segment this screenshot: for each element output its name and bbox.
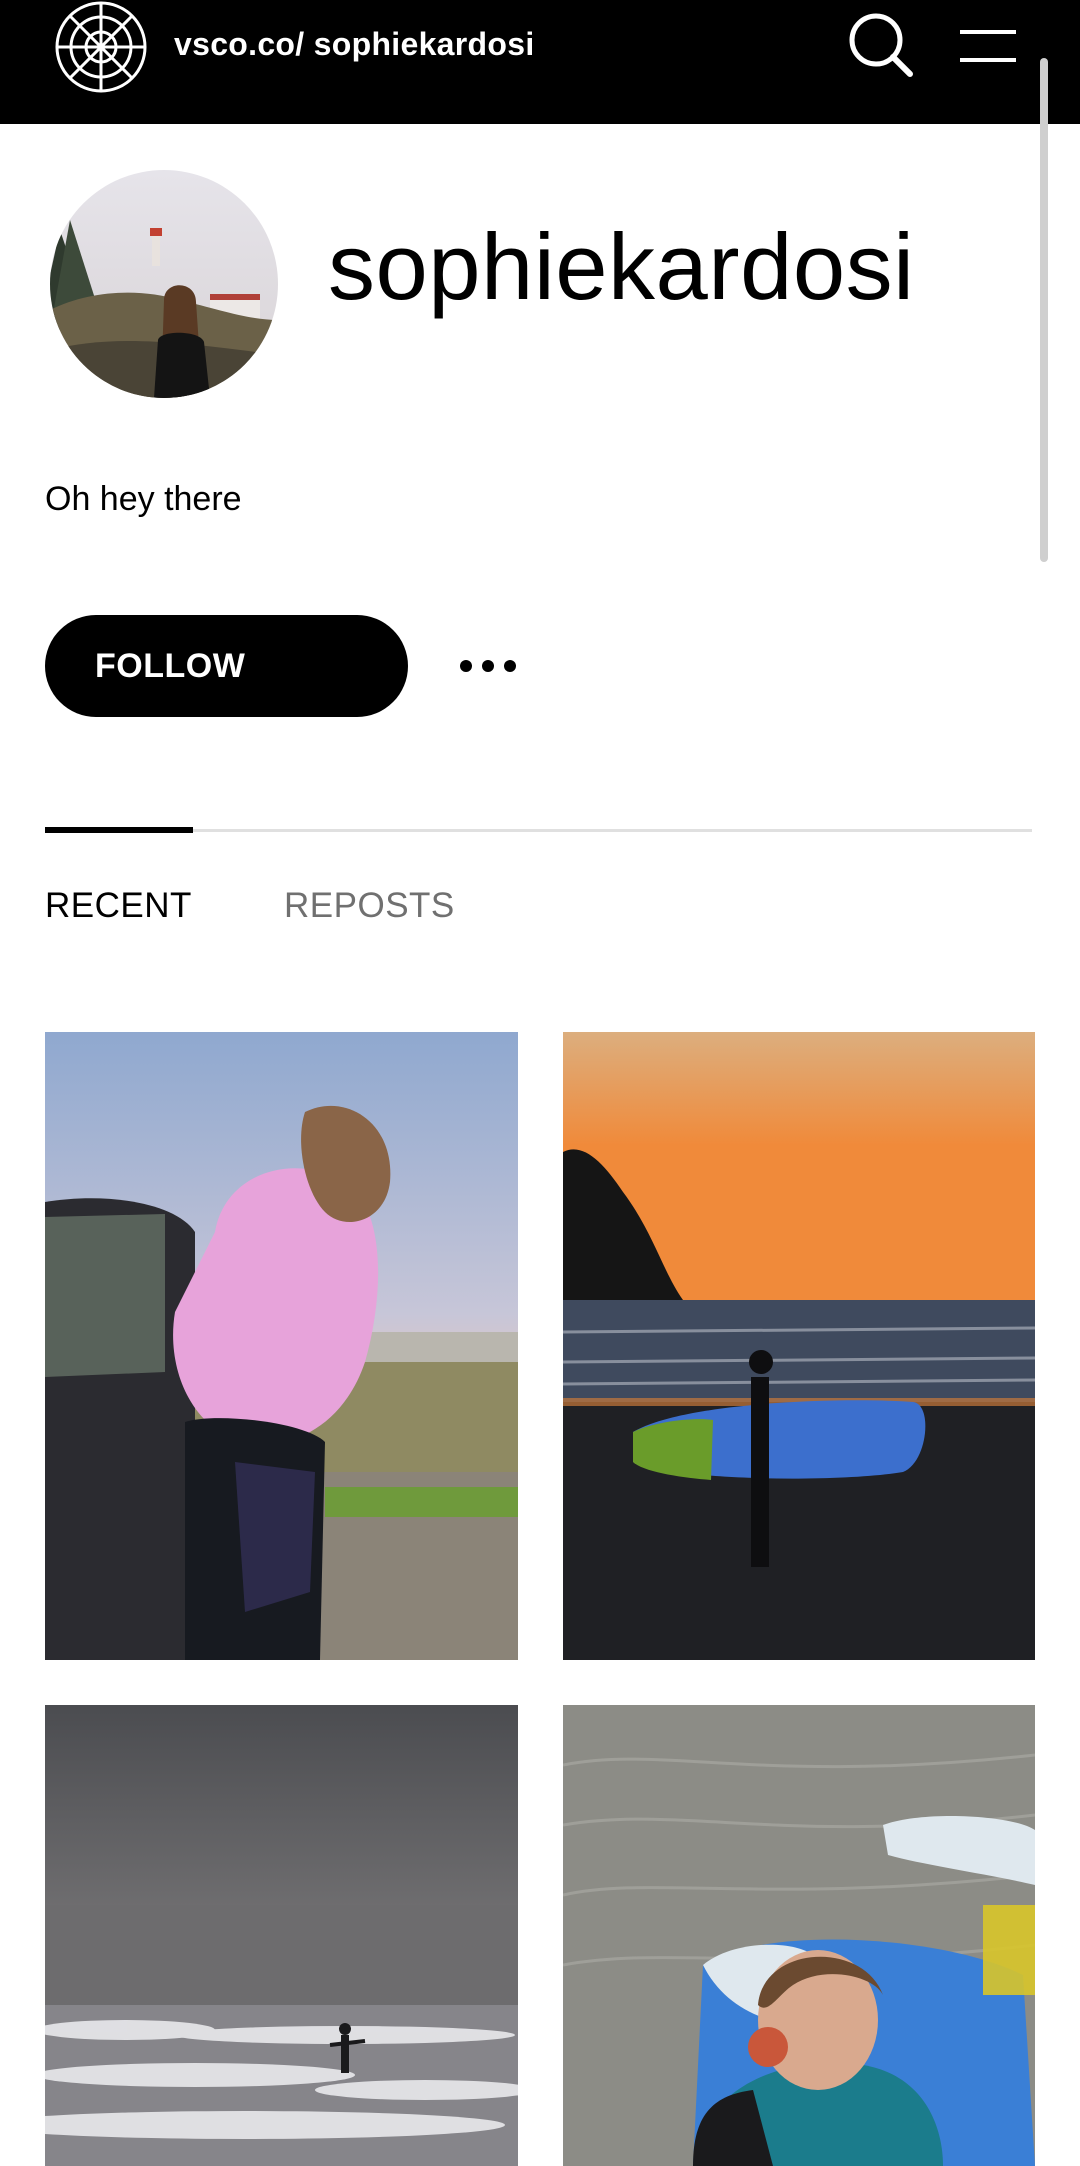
- scrollbar[interactable]: [1040, 58, 1048, 562]
- avatar[interactable]: [50, 170, 278, 398]
- grid-photo[interactable]: [563, 1032, 1035, 1660]
- grid-photo[interactable]: [45, 1032, 518, 1660]
- grid-photo[interactable]: [563, 1705, 1035, 2166]
- grid-photo[interactable]: [45, 1705, 518, 2166]
- profile-username: sophiekardosi: [328, 214, 915, 319]
- search-icon[interactable]: [846, 10, 916, 80]
- tab-reposts[interactable]: REPOSTS: [284, 886, 455, 926]
- active-tab-indicator: [45, 827, 193, 833]
- hamburger-menu-icon[interactable]: [960, 26, 1016, 66]
- profile-bio: Oh hey there: [45, 480, 242, 518]
- vsco-logo-icon[interactable]: [54, 0, 148, 94]
- tab-recent[interactable]: RECENT: [45, 886, 192, 926]
- more-options-icon[interactable]: [458, 648, 518, 684]
- tab-divider: [45, 829, 1032, 832]
- top-navigation-bar: vsco.co/ sophiekardosi: [0, 0, 1080, 124]
- profile-url[interactable]: vsco.co/ sophiekardosi: [174, 26, 535, 63]
- follow-button[interactable]: FOLLOW: [45, 615, 408, 717]
